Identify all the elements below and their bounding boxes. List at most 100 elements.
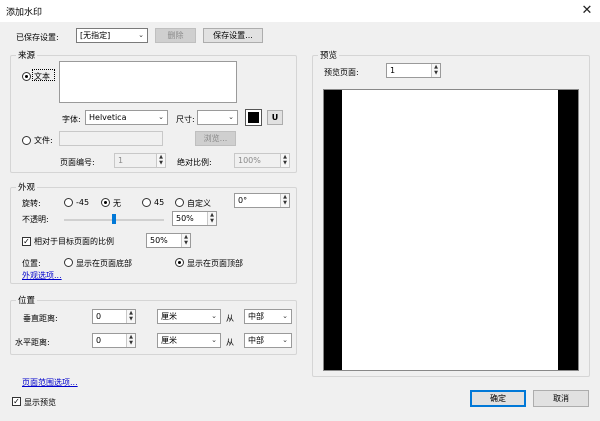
font-dropdown[interactable]: Helvetica ⌄ — [85, 110, 168, 125]
spin-arrows-icon: ▲ ▼ — [181, 234, 190, 247]
chevron-down-icon: ⌄ — [211, 336, 217, 344]
page-range-options-link[interactable]: 页面范围选项... — [22, 377, 78, 388]
position-label: 位置: — [22, 259, 41, 268]
rotation-none-label: 无 — [113, 199, 121, 208]
page-number-value: 1 — [118, 156, 124, 165]
font-label: 字体: — [62, 115, 81, 124]
position-top-label: 显示在页面顶部 — [187, 259, 243, 268]
spin-arrows-icon: ▲ ▼ — [156, 154, 165, 167]
preview-group-label: 预览 — [318, 49, 340, 61]
relative-scale-value: 50% — [150, 236, 168, 245]
vertical-distance-value: 0 — [96, 312, 102, 321]
show-preview-label: 显示预览 — [24, 398, 56, 407]
spin-arrows-icon: ▲ ▼ — [126, 334, 135, 347]
horizontal-distance-label: 水平距离: — [15, 338, 50, 347]
vertical-anchor-dropdown[interactable]: 中部 ⌄ — [244, 309, 292, 324]
rotation-angle-value: 0° — [238, 196, 248, 205]
opacity-slider-thumb[interactable] — [112, 214, 116, 224]
saved-settings-label: 已保存设置: — [16, 33, 59, 42]
size-dropdown[interactable]: ⌄ — [197, 110, 238, 125]
horizontal-anchor-dropdown[interactable]: 中部 ⌄ — [244, 333, 292, 348]
rotation-label: 旋转: — [22, 199, 41, 208]
show-preview-checkbox[interactable]: ✓ — [12, 397, 21, 406]
ok-button[interactable]: 确定 — [470, 390, 526, 407]
rotation-45-radio[interactable] — [142, 198, 151, 207]
vertical-distance-field[interactable]: 0 ▲ ▼ — [92, 309, 136, 324]
cancel-button[interactable]: 取消 — [533, 390, 589, 407]
source-group-label: 来源 — [16, 49, 38, 61]
size-label: 尺寸: — [176, 115, 195, 124]
rotation-custom-label: 自定义 — [187, 199, 211, 208]
preview-canvas — [323, 89, 579, 371]
appearance-group-label: 外观 — [16, 181, 38, 193]
watermark-text-input[interactable] — [59, 61, 237, 103]
browse-button[interactable]: 浏览... — [195, 131, 236, 146]
rotation-none-radio[interactable] — [101, 198, 110, 207]
opacity-label: 不透明: — [22, 215, 49, 224]
delete-button[interactable]: 删除 — [155, 28, 196, 43]
chevron-down-icon: ⌄ — [228, 113, 234, 121]
position-group-label: 位置 — [16, 294, 38, 306]
file-path-input[interactable] — [59, 131, 163, 146]
page-number-field[interactable]: 1 ▲ ▼ — [114, 153, 166, 168]
vertical-distance-label: 垂直距离: — [23, 314, 58, 323]
close-icon[interactable]: ✕ — [578, 2, 596, 20]
horizontal-distance-field[interactable]: 0 ▲ ▼ — [92, 333, 136, 348]
preview-page — [342, 90, 558, 370]
appearance-options-link[interactable]: 外观选项... — [22, 270, 62, 281]
relative-scale-checkbox[interactable]: ✓ — [22, 237, 31, 246]
text-radio-label: 文本 — [34, 72, 50, 81]
color-swatch — [248, 112, 259, 123]
horizontal-anchor-value: 中部 — [248, 336, 264, 345]
vertical-from-label: 从 — [226, 314, 234, 323]
horizontal-distance-value: 0 — [96, 336, 102, 345]
rotation-angle-field[interactable]: 0° ▲ ▼ — [234, 193, 290, 208]
vertical-unit-dropdown[interactable]: 厘米 ⌄ — [157, 309, 221, 324]
window-title: 添加水印 — [6, 8, 43, 18]
title-bar — [0, 0, 600, 22]
color-picker-button[interactable] — [245, 109, 262, 126]
position-bottom-radio[interactable] — [64, 258, 73, 267]
chevron-down-icon: ⌄ — [211, 312, 217, 320]
horizontal-unit-dropdown[interactable]: 厘米 ⌄ — [157, 333, 221, 348]
page-number-label: 页面编号: — [60, 158, 95, 167]
preview-right-margin — [558, 90, 578, 370]
underline-button[interactable]: U — [267, 110, 283, 125]
save-settings-button[interactable]: 保存设置... — [203, 28, 263, 43]
chevron-down-icon: ⌄ — [282, 312, 288, 320]
vertical-unit-value: 厘米 — [161, 312, 177, 321]
rotation-minus45-radio[interactable] — [64, 198, 73, 207]
preview-page-field[interactable]: 1 ▲ ▼ — [386, 63, 441, 78]
horizontal-from-label: 从 — [226, 338, 234, 347]
spin-arrows-icon: ▲ ▼ — [431, 64, 440, 77]
rotation-45-label: 45 — [154, 198, 165, 207]
chevron-down-icon: ⌄ — [138, 31, 144, 39]
file-radio-label: 文件: — [34, 136, 53, 145]
relative-scale-field[interactable]: 50% ▲ ▼ — [146, 233, 191, 248]
preview-left-margin — [324, 90, 342, 370]
vertical-anchor-value: 中部 — [248, 312, 264, 321]
position-top-radio[interactable] — [175, 258, 184, 267]
spin-arrows-icon: ▲ ▼ — [280, 194, 289, 207]
chevron-down-icon: ⌄ — [282, 336, 288, 344]
saved-settings-value: [无指定] — [80, 31, 111, 40]
preview-page-value: 1 — [390, 66, 396, 75]
text-radio[interactable] — [22, 72, 31, 81]
relative-scale-label: 相对于目标页面的比例 — [34, 237, 114, 246]
horizontal-unit-value: 厘米 — [161, 336, 177, 345]
rotation-custom-radio[interactable] — [175, 198, 184, 207]
opacity-value: 50% — [176, 214, 194, 223]
spin-arrows-icon: ▲ ▼ — [126, 310, 135, 323]
position-bottom-label: 显示在页面底部 — [76, 259, 132, 268]
file-radio[interactable] — [22, 136, 31, 145]
spin-arrows-icon: ▲ ▼ — [280, 154, 289, 167]
font-value: Helvetica — [89, 113, 127, 122]
opacity-field[interactable]: 50% ▲ ▼ — [172, 211, 217, 226]
saved-settings-dropdown[interactable]: [无指定] ⌄ — [76, 28, 148, 43]
absolute-scale-label: 绝对比例: — [177, 158, 212, 167]
absolute-scale-field[interactable]: 100% ▲ ▼ — [234, 153, 290, 168]
spin-arrows-icon: ▲ ▼ — [207, 212, 216, 225]
rotation-minus45-label: -45 — [76, 198, 90, 207]
absolute-scale-value: 100% — [238, 156, 261, 165]
chevron-down-icon: ⌄ — [158, 113, 164, 121]
